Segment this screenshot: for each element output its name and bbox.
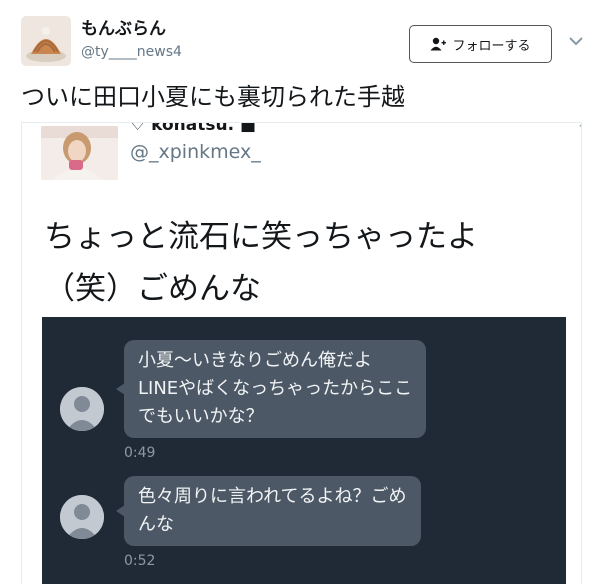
chevron-down-icon[interactable] xyxy=(568,35,584,47)
chat-bubble-line: LINEやばくなっちゃったからここ xyxy=(138,378,413,399)
author-avatar[interactable] xyxy=(21,16,71,66)
chat-bubble-line: 小夏〜いきなりごめん俺だよ xyxy=(138,350,372,371)
embedded-chevron-down-icon xyxy=(578,123,581,133)
add-user-icon xyxy=(430,37,447,51)
follow-button[interactable]: フォローする xyxy=(409,25,552,63)
chat-screenshot: 小夏〜いきなりごめん俺だよ LINEやばくなっちゃったからここ でもいいかな？ … xyxy=(42,317,566,584)
user-avatar-icon xyxy=(60,495,104,539)
chat-bubble: 小夏〜いきなりごめん俺だよ LINEやばくなっちゃったからここ でもいいかな？ xyxy=(115,340,427,438)
embedded-display-name: ♡ konatsu. ■ xyxy=(130,122,257,135)
embedded-handle: @_xpinkmex_ xyxy=(130,141,261,163)
embedded-text-line: （笑）ごめんな xyxy=(44,271,261,307)
tweet-text: ついに田口小夏にも裏切られた手越 xyxy=(21,83,405,111)
embedded-tweet-text: ちょっと流石に笑っちゃったよ （笑）ごめんな xyxy=(44,211,478,315)
embedded-text-line: ちょっと流石に笑っちゃったよ xyxy=(44,219,478,255)
tweet-attached-image[interactable]: ♡ konatsu. ■ @_xpinkmex_ ちょっと流石に笑っちゃったよ … xyxy=(21,122,582,584)
chat-timestamp: 0:52 xyxy=(124,553,156,569)
chat-bubble-line: 色々周りに言われてるよね？ごめ xyxy=(138,486,407,507)
author-handle[interactable]: @ty____news4 xyxy=(81,43,182,61)
follow-button-label: フォローする xyxy=(452,38,531,54)
embedded-avatar xyxy=(41,126,118,180)
chat-bubble: 色々周りに言われてるよね？ごめ んな xyxy=(116,476,421,546)
author-display-name[interactable]: もんぶらん xyxy=(81,18,166,40)
chat-bubble-line: んな xyxy=(138,514,174,535)
avatar-image xyxy=(21,16,71,66)
chat-timestamp: 0:49 xyxy=(124,445,156,461)
chat-bubble-line: でもいいかな？ xyxy=(138,406,264,427)
user-avatar-icon xyxy=(60,387,104,431)
